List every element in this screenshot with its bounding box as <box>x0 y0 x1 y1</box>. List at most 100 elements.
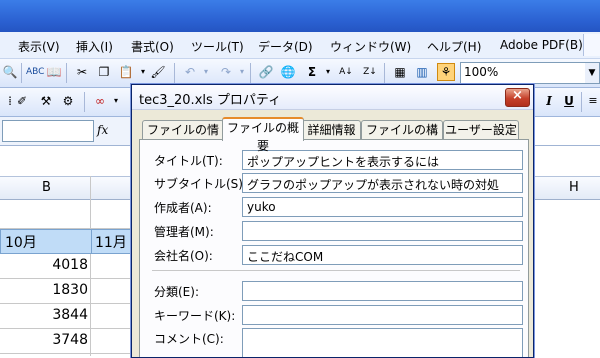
copy-icon[interactable]: ❐ <box>96 64 112 80</box>
menu-help[interactable]: ヘルプ(H) <box>427 38 481 55</box>
menu-bar: 表示(V) 挿入(I) 書式(O) ツール(T) データ(D) ウィンドウ(W)… <box>0 32 600 59</box>
calculator-icon[interactable]: ▦ <box>392 64 408 80</box>
menu-adobe-pdf[interactable]: Adobe PDF(B) <box>500 38 583 52</box>
tab-summary[interactable]: ファイルの概要 <box>222 117 304 153</box>
menu-tools[interactable]: ツール(T) <box>191 38 244 55</box>
column-header-h[interactable]: H <box>569 180 579 195</box>
cell-header-november[interactable]: 11月 <box>91 229 133 254</box>
author-label: 作成者(A): <box>154 201 212 215</box>
undo-icon[interactable]: ↶ <box>182 64 198 80</box>
spelling-icon[interactable]: ABC <box>26 64 44 80</box>
cell-value[interactable]: 4018 <box>4 257 88 273</box>
category-field[interactable] <box>242 281 523 301</box>
menu-window[interactable]: ウィンドウ(W) <box>330 38 411 55</box>
insert-hyperlink-icon[interactable]: 🔗 <box>258 64 274 80</box>
subtitle-label: サブタイトル(S): <box>154 177 248 191</box>
link-icon[interactable]: ∞ <box>92 93 108 109</box>
toolbar-separator <box>84 92 85 112</box>
undo-dropdown-icon[interactable]: ▾ <box>198 64 214 80</box>
fx-icon[interactable]: fx <box>97 123 108 137</box>
company-field-value: ここだねCOM <box>247 250 324 264</box>
menu-data[interactable]: データ(D) <box>258 38 313 55</box>
toolbar-separator <box>174 63 175 83</box>
autosum-dropdown-icon[interactable]: ▾ <box>320 64 336 80</box>
cell-header-october[interactable]: 10月 <box>0 229 92 254</box>
autosum-icon[interactable]: Σ <box>304 64 320 80</box>
toolbar-separator <box>250 63 251 83</box>
company-label: 会社名(O): <box>154 249 213 263</box>
web-globe-icon[interactable]: 🌐 <box>280 64 296 80</box>
keywords-field[interactable] <box>242 305 523 325</box>
cell-value[interactable]: 1830 <box>4 282 88 298</box>
title-label: タイトル(T): <box>154 154 223 168</box>
format-painter-icon[interactable]: 🖌 <box>150 64 166 80</box>
menu-insert[interactable]: 挿入(I) <box>76 38 113 55</box>
tab-details[interactable]: 詳細情報 <box>302 120 361 139</box>
formatting-toolbar: ⁞ ✐ ⚒ ⚙ ∞ ▾ <box>0 88 130 117</box>
grid-line <box>90 176 91 356</box>
title-field[interactable]: ポップアップヒントを表示するには <box>242 150 523 170</box>
keywords-label: キーワード(K): <box>154 309 236 323</box>
zoom-dropdown-button[interactable]: ▼ <box>585 62 600 84</box>
drawing-icon[interactable]: ⚘ <box>437 63 455 81</box>
tab-custom[interactable]: ユーザー設定 <box>443 120 519 139</box>
dialog-title: tec3_20.xls プロパティ <box>139 93 282 108</box>
zoom-input[interactable]: 100% <box>460 62 587 84</box>
redo-dropdown-icon[interactable]: ▾ <box>234 64 250 80</box>
sort-descending-icon[interactable]: Z↓ <box>362 64 378 80</box>
close-icon: × <box>512 88 523 103</box>
grid-line <box>0 328 131 329</box>
grid-line <box>0 278 131 279</box>
cell-value[interactable]: 3844 <box>4 307 88 323</box>
author-field[interactable]: yuko <box>242 197 523 217</box>
tab-contents[interactable]: ファイルの構成 <box>361 120 443 155</box>
formatting-toolbar-right: I U ≡ <box>533 88 600 117</box>
link-dropdown-icon[interactable]: ▾ <box>108 93 124 109</box>
underline-button[interactable]: U <box>561 93 577 109</box>
section-divider <box>152 270 520 271</box>
company-field[interactable]: ここだねCOM <box>242 245 523 265</box>
tab-file-info[interactable]: ファイルの情報 <box>142 120 224 155</box>
tools-icon[interactable]: ⚒ <box>38 93 54 109</box>
toolbar-separator <box>384 63 385 83</box>
subtitle-field-value: グラフのポップアップが表示されない時の対処 <box>247 178 500 192</box>
restore-window-button[interactable] <box>583 34 600 56</box>
toolbar-separator <box>21 63 22 83</box>
grid-line <box>0 303 131 304</box>
toolbar-separator <box>66 63 67 83</box>
comments-label: コメント(C): <box>154 332 224 346</box>
print-preview-icon[interactable]: 🔍 <box>2 64 18 80</box>
chart-wizard-icon[interactable]: ▥ <box>414 64 430 80</box>
italic-button[interactable]: I <box>541 93 557 109</box>
grid-line <box>0 353 131 354</box>
window-title-bar <box>0 0 600 32</box>
settings-icon[interactable]: ⚙ <box>60 93 76 109</box>
column-header-b[interactable]: B <box>42 180 51 195</box>
author-field-value: yuko <box>247 200 276 214</box>
sort-ascending-icon[interactable]: A↓ <box>338 64 354 80</box>
title-field-value: ポップアップヒントを表示するには <box>247 155 440 169</box>
dialog-title-bar[interactable]: tec3_20.xls プロパティ × <box>132 85 533 110</box>
formula-bar: fx <box>0 117 130 146</box>
summary-tab-panel: タイトル(T): ポップアップヒントを表示するには サブタイトル(S): グラフ… <box>139 139 529 357</box>
manager-field[interactable] <box>242 221 523 241</box>
zoom-value: 100% <box>464 65 499 79</box>
align-left-icon[interactable]: ≡ <box>585 93 600 109</box>
menu-view[interactable]: 表示(V) <box>18 38 60 55</box>
paste-dropdown-icon[interactable]: ▾ <box>135 64 151 80</box>
research-icon[interactable]: 📖 <box>46 64 62 80</box>
cell-header-november-text: 11月 <box>95 235 127 251</box>
paste-icon[interactable]: 📋 <box>118 64 134 80</box>
subtitle-field[interactable]: グラフのポップアップが表示されない時の対処 <box>242 173 523 193</box>
toolbar-separator <box>581 92 582 112</box>
name-box[interactable] <box>2 120 94 142</box>
formula-input[interactable] <box>533 117 600 146</box>
menu-format[interactable]: 書式(O) <box>131 38 174 55</box>
dialog-close-button[interactable]: × <box>505 88 530 107</box>
redo-icon[interactable]: ↷ <box>218 64 234 80</box>
edit-icon[interactable]: ✐ <box>14 93 30 109</box>
cell-header-october-text: 10月 <box>5 235 37 251</box>
cut-icon[interactable]: ✂ <box>74 64 90 80</box>
cell-value[interactable]: 3748 <box>4 332 88 348</box>
comments-field[interactable] <box>242 328 523 357</box>
